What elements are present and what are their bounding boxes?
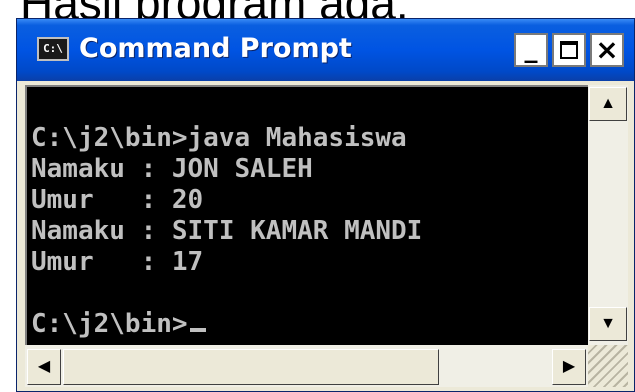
console-line: Umur : 17: [31, 247, 204, 277]
console-line: Namaku : JON SALEH: [31, 154, 313, 184]
scroll-down-button[interactable]: ▼: [589, 307, 627, 341]
close-button[interactable]: ×: [590, 33, 624, 67]
console-line: C:\j2\bin>java Mahasiswa: [31, 123, 407, 153]
console-lines: C:\j2\bin>java Mahasiswa Namaku : JON SA…: [31, 123, 422, 340]
console-line: Umur : 20: [31, 185, 204, 215]
scroll-right-button[interactable]: ▶: [552, 349, 586, 385]
horizontal-scroll-thumb[interactable]: [63, 349, 439, 385]
window-title: Command Prompt: [79, 33, 352, 64]
scroll-left-button[interactable]: ◀: [27, 349, 61, 385]
command-prompt-icon[interactable]: C:\: [37, 37, 69, 61]
prompt-line: C:\j2\bin>: [31, 309, 422, 340]
text-cursor: [189, 328, 206, 332]
maximize-icon: [560, 41, 578, 59]
vertical-scrollbar[interactable]: ▲ ▼: [588, 85, 628, 345]
horizontal-scrollbar[interactable]: ◀ ▶: [25, 345, 588, 387]
scroll-up-button[interactable]: ▲: [589, 87, 627, 121]
minimize-button[interactable]: _: [514, 33, 548, 67]
maximize-button[interactable]: [552, 33, 586, 67]
title-bar[interactable]: C:\ Command Prompt _ ×: [17, 19, 634, 81]
prompt-text: C:\j2\bin>: [31, 309, 188, 339]
command-prompt-window: C:\ Command Prompt _ × C:\j2\bin>java Ma…: [16, 18, 635, 392]
console-output[interactable]: C:\j2\bin>java Mahasiswa Namaku : JON SA…: [25, 85, 588, 345]
resize-grip[interactable]: [588, 345, 628, 387]
console-line: Namaku : SITI KAMAR MANDI: [31, 216, 423, 246]
